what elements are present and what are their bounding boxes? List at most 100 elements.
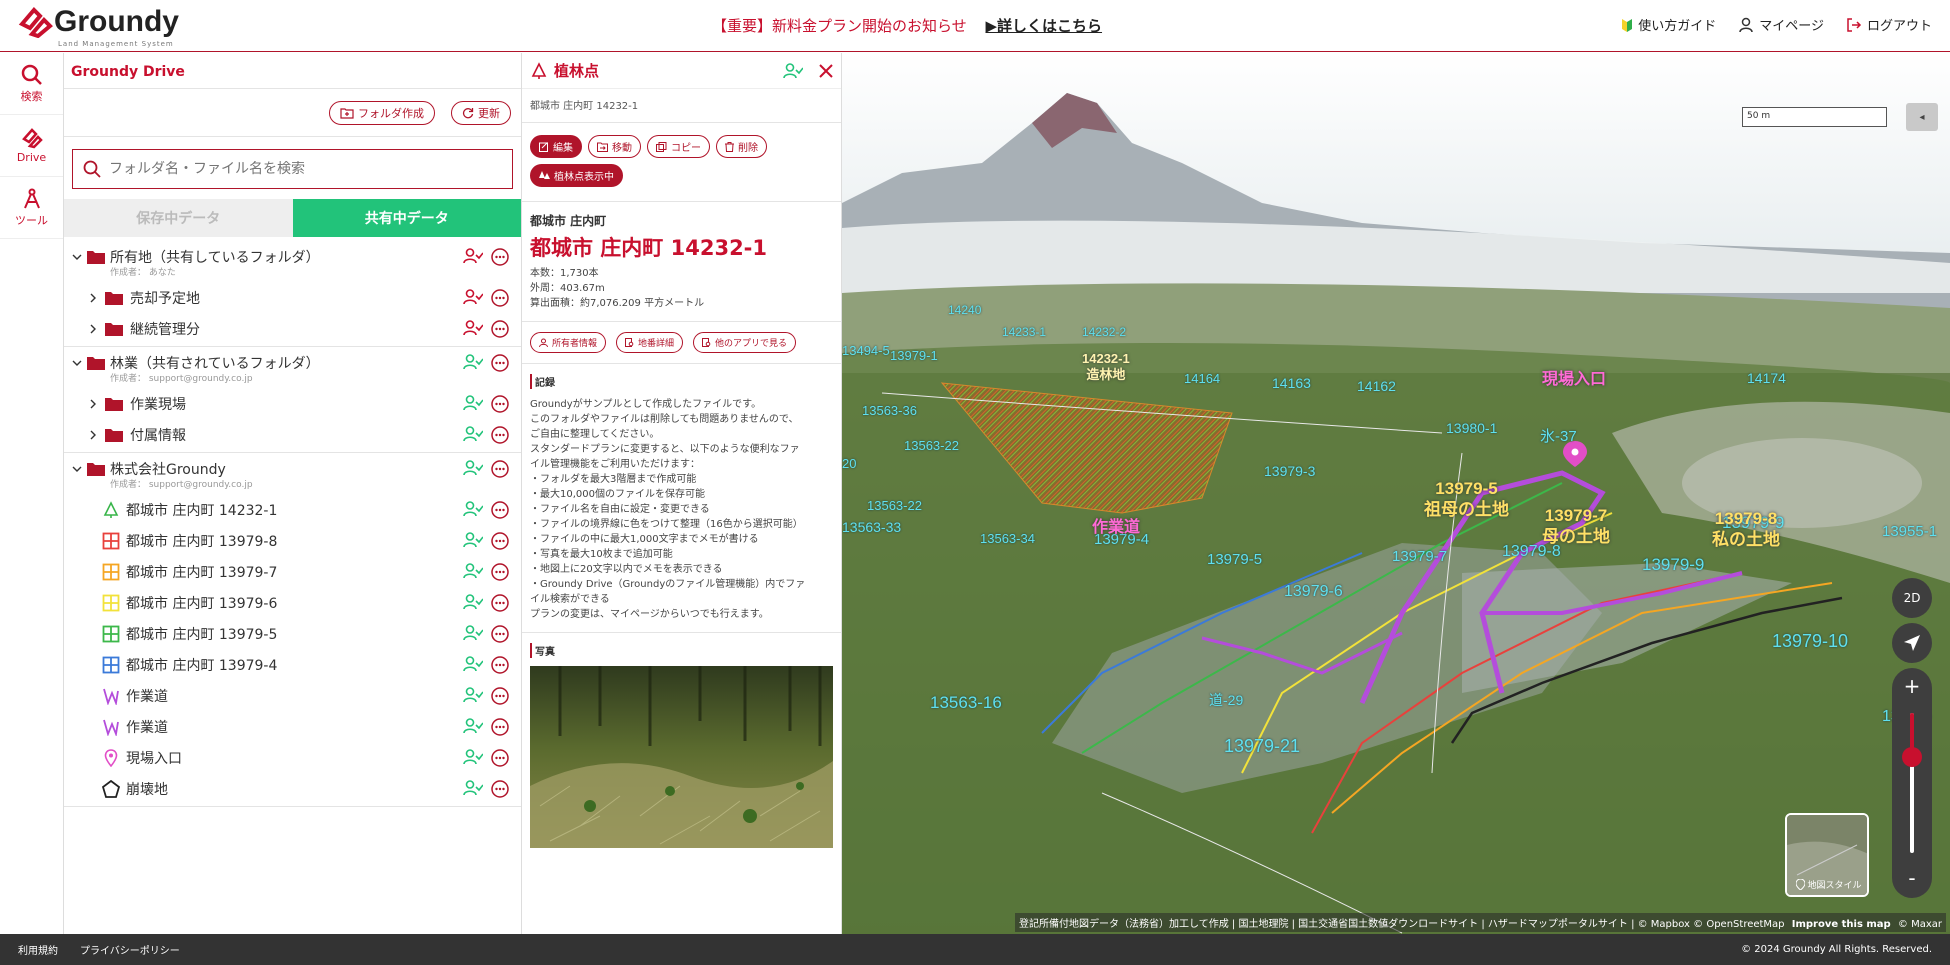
work-road-icon [103, 688, 119, 705]
beginner-leaf-icon [1622, 18, 1633, 32]
chevron-right-icon[interactable] [88, 399, 98, 409]
compass-button[interactable] [1892, 623, 1932, 663]
share-user-icon[interactable] [463, 532, 483, 548]
share-user-icon[interactable] [463, 656, 483, 672]
share-user-icon[interactable] [463, 320, 483, 336]
delete-button[interactable]: 削除 [716, 135, 767, 158]
map-parcel-label: 20 [842, 456, 857, 471]
share-user-icon[interactable] [463, 395, 483, 411]
owner-info-button[interactable]: 所有者情報 [530, 332, 607, 353]
share-user-icon[interactable] [463, 563, 483, 579]
more-options-icon[interactable] [491, 289, 509, 307]
more-options-icon[interactable] [491, 594, 509, 612]
close-icon[interactable] [819, 64, 833, 78]
more-options-icon[interactable] [491, 395, 509, 413]
toggle-2d-button[interactable]: 2D [1892, 578, 1932, 618]
guide-link[interactable]: 使い方ガイド [1621, 15, 1716, 34]
mypage-link[interactable]: マイページ [1738, 15, 1824, 34]
more-options-icon[interactable] [491, 248, 509, 266]
share-user-icon[interactable] [463, 625, 483, 641]
groundy-logo[interactable]: Groundy Land Management System [18, 6, 179, 48]
more-options-icon[interactable] [491, 625, 509, 643]
zoom-out-button[interactable]: - [1892, 866, 1932, 890]
chevron-right-icon[interactable] [88, 324, 98, 334]
show-planting-button[interactable]: 植林点表示中 [530, 164, 623, 187]
subfolder-row[interactable]: 付属情報 [64, 419, 521, 450]
file-row[interactable]: 作業道 [64, 680, 521, 711]
more-options-icon[interactable] [491, 687, 509, 705]
chevron-down-icon[interactable] [72, 464, 82, 474]
file-row[interactable]: 都城市 庄内町 13979-6 [64, 587, 521, 618]
share-user-icon[interactable] [783, 63, 803, 79]
improve-map-link[interactable]: Improve this map [1792, 919, 1891, 930]
drive-search-input[interactable] [109, 161, 469, 177]
maxar-link[interactable]: © Maxar [1898, 919, 1942, 930]
folder-row[interactable]: 株式会社Groundy [64, 453, 521, 484]
file-row[interactable]: 都城市 庄内町 13979-8 [64, 525, 521, 556]
share-user-icon[interactable] [463, 354, 483, 370]
more-options-icon[interactable] [491, 656, 509, 674]
site-photo[interactable] [530, 666, 833, 848]
file-row[interactable]: 作業道 [64, 711, 521, 742]
parcel-detail-button[interactable]: 地番詳細 [616, 332, 684, 353]
subfolder-row[interactable]: 作業現場 [64, 388, 521, 419]
share-user-icon[interactable] [463, 594, 483, 610]
rail-tools[interactable]: ツール [0, 177, 63, 239]
chevron-right-icon[interactable] [88, 293, 98, 303]
chevron-down-icon[interactable] [72, 358, 82, 368]
file-row[interactable]: 都城市 庄内町 13979-7 [64, 556, 521, 587]
share-user-icon[interactable] [463, 460, 483, 476]
file-row[interactable]: 都城市 庄内町 13979-5 [64, 618, 521, 649]
more-options-icon[interactable] [491, 718, 509, 736]
more-options-icon[interactable] [491, 320, 509, 338]
edit-button[interactable]: 編集 [530, 135, 582, 158]
tab-saved-data[interactable]: 保存中データ [64, 199, 293, 237]
folder-row[interactable]: 所有地（共有しているフォルダ） [64, 241, 521, 272]
file-row[interactable]: 都城市 庄内町 14232-1 [64, 494, 521, 525]
share-user-icon[interactable] [463, 501, 483, 517]
file-row[interactable]: 崩壊地 [64, 773, 521, 804]
tab-shared-data[interactable]: 共有中データ [292, 199, 521, 237]
map-view[interactable]: 13979-1 14233-1 14232-2 14164 14163 14162 1356… [842, 53, 1950, 934]
chevron-down-icon[interactable] [72, 252, 82, 262]
rail-drive[interactable]: Drive [0, 115, 63, 177]
chevron-right-icon[interactable] [88, 430, 98, 440]
zoom-handle[interactable] [1902, 747, 1922, 767]
share-user-icon[interactable] [463, 248, 483, 264]
notice-link[interactable]: ▶詳しくはこちら [985, 17, 1102, 35]
logout-link[interactable]: ログアウト [1846, 15, 1932, 34]
privacy-link[interactable]: プライバシーポリシー [80, 942, 180, 957]
create-folder-button[interactable]: フォルダ作成 [329, 100, 435, 125]
more-options-icon[interactable] [491, 426, 509, 444]
file-row[interactable]: 現場入口 [64, 742, 521, 773]
folder-row[interactable]: 林業（共有されているフォルダ） [64, 347, 521, 378]
share-user-icon[interactable] [463, 749, 483, 765]
more-options-icon[interactable] [491, 501, 509, 519]
share-user-icon[interactable] [463, 687, 483, 703]
more-options-icon[interactable] [491, 354, 509, 372]
more-options-icon[interactable] [491, 460, 509, 478]
share-user-icon[interactable] [463, 289, 483, 305]
share-user-icon[interactable] [463, 780, 483, 796]
share-user-icon[interactable] [463, 426, 483, 442]
terms-link[interactable]: 利用規約 [18, 942, 58, 957]
share-user-icon[interactable] [463, 718, 483, 734]
collapse-toggle[interactable]: ◂ [1906, 103, 1938, 131]
map-style-button[interactable]: 地図スタイル [1785, 813, 1869, 897]
drive-actions: フォルダ作成 更新 [64, 89, 521, 137]
more-options-icon[interactable] [491, 749, 509, 767]
rail-search[interactable]: 検索 [0, 53, 63, 115]
more-options-icon[interactable] [491, 532, 509, 550]
move-button[interactable]: 移動 [588, 135, 641, 158]
subfolder-row[interactable]: 売却予定地 [64, 282, 521, 313]
map-parcel-label: 13563-34 [980, 531, 1035, 546]
subfolder-row[interactable]: 継続管理分 [64, 313, 521, 344]
file-name: 作業道 [126, 688, 168, 705]
more-options-icon[interactable] [491, 563, 509, 581]
copy-button[interactable]: コピー [647, 135, 710, 158]
other-app-button[interactable]: 他のアプリで見る [693, 332, 797, 353]
file-row[interactable]: 都城市 庄内町 13979-4 [64, 649, 521, 680]
zoom-in-button[interactable]: + [1892, 674, 1932, 698]
refresh-button[interactable]: 更新 [451, 100, 511, 125]
more-options-icon[interactable] [491, 780, 509, 798]
